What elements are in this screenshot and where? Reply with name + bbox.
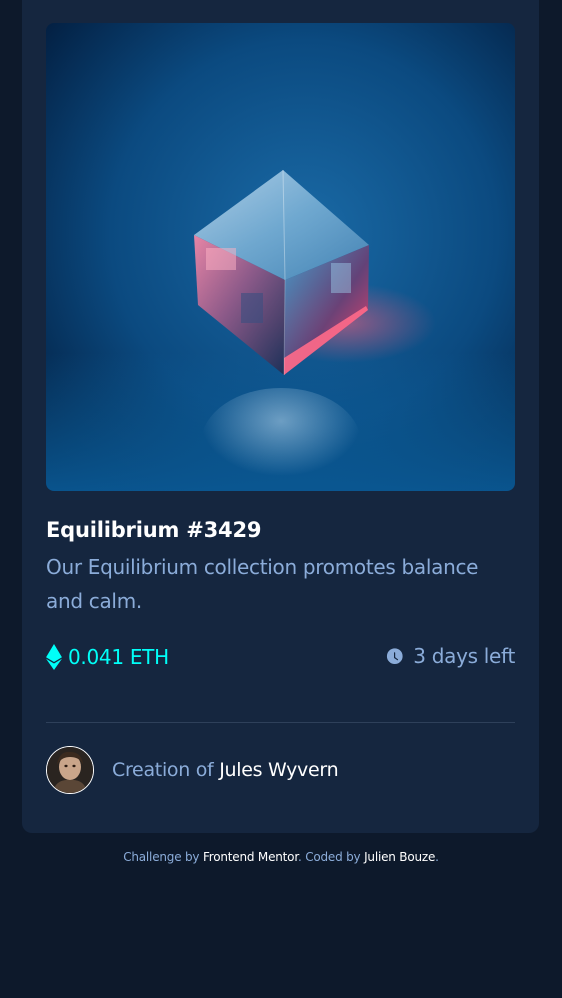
divider (46, 722, 515, 723)
creator-name-link[interactable]: Jules Wyvern (219, 759, 338, 781)
clock-icon (385, 646, 405, 666)
card-title[interactable]: Equilibrium #3429 (46, 518, 261, 542)
author-link[interactable]: Julien Bouze (364, 850, 435, 864)
creator: Creation of Jules Wyvern (46, 746, 339, 794)
nft-image[interactable] (46, 23, 515, 491)
nft-card: Equilibrium #3429 Our Equilibrium collec… (22, 0, 539, 833)
attribution: Challenge by Frontend Mentor. Coded by J… (0, 850, 562, 864)
time-left-value: 3 days left (413, 644, 515, 668)
creator-text: Creation of Jules Wyvern (112, 759, 339, 781)
attribution-coded-prefix: Coded by (305, 850, 361, 864)
creator-prefix: Creation of (112, 759, 214, 781)
price-value: 0.041 ETH (68, 645, 169, 669)
ethereum-icon (46, 644, 62, 670)
attribution-challenge-prefix: Challenge by (123, 850, 200, 864)
avatar (46, 746, 94, 794)
time-left: 3 days left (385, 644, 515, 668)
attribution-end: . (435, 850, 439, 864)
price: 0.041 ETH (46, 644, 169, 670)
card-description: Our Equilibrium collection promotes bala… (46, 555, 479, 613)
frontend-mentor-link[interactable]: Frontend Mentor (203, 850, 298, 864)
